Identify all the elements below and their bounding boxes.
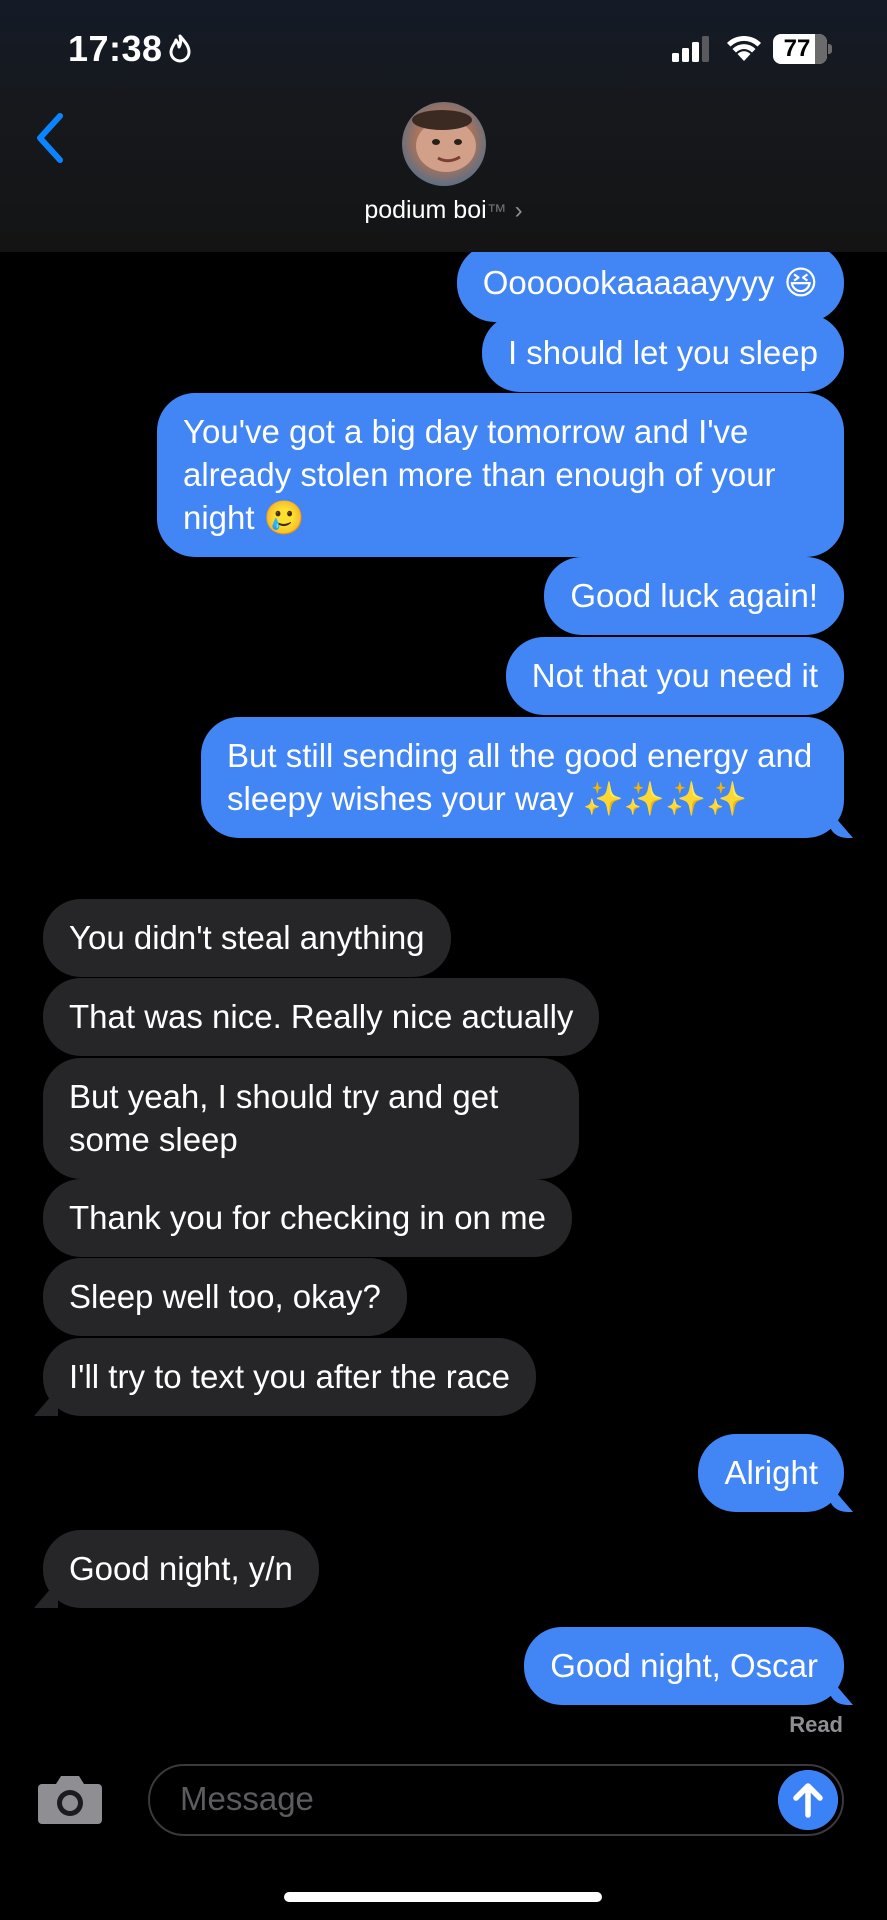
home-indicator[interactable] <box>284 1892 602 1902</box>
message-text: Sleep well too, okay? <box>69 1278 381 1315</box>
back-chevron-icon[interactable] <box>30 110 70 166</box>
contact-name-button[interactable]: podium boi™ › <box>0 196 887 225</box>
message-bubble-sent[interactable]: I should let you sleep <box>481 314 844 392</box>
message-text: Good night, y/n <box>69 1550 293 1587</box>
message-bubble-received[interactable]: That was nice. Really nice actually <box>43 978 600 1056</box>
message-bubble-sent[interactable]: You've got a big day tomorrow and I've a… <box>157 393 844 557</box>
battery-level: 77 <box>783 35 811 62</box>
message-text: Good night, Oscar <box>550 1647 818 1684</box>
cellular-signal-icon <box>672 36 709 62</box>
battery-icon: 77 <box>773 34 832 64</box>
contact-name: podium boi <box>364 196 487 224</box>
message-bubble-received[interactable]: You didn't steal anything <box>43 899 451 977</box>
status-bar: 17:38 77 <box>0 0 887 100</box>
message-text: That was nice. Really nice actually <box>69 998 574 1035</box>
message-bubble-received[interactable]: But yeah, I should try and get some slee… <box>43 1058 579 1179</box>
message-bubble-received[interactable]: I'll try to text you after the race <box>43 1338 536 1416</box>
message-text: Not that you need it <box>531 657 818 694</box>
status-time: 17:38 <box>68 28 163 69</box>
message-text: But yeah, I should try and get some slee… <box>69 1078 499 1158</box>
contact-avatar[interactable] <box>402 102 486 186</box>
chevron-right-icon: › <box>514 197 523 224</box>
message-bubble-sent[interactable]: Good night, Oscar <box>524 1627 844 1705</box>
message-bubble-sent[interactable]: But still sending all the good energy an… <box>201 717 844 838</box>
conversation-header: 17:38 77 podium boi™ › <box>0 0 887 252</box>
wifi-icon <box>727 35 761 61</box>
camera-icon[interactable] <box>36 1770 104 1826</box>
message-bubble-received[interactable]: Good night, y/n <box>43 1530 319 1608</box>
message-bubble-sent[interactable]: Good luck again! <box>544 557 844 635</box>
message-text: Ooooookaaaaayyyy 😆 <box>482 264 818 301</box>
message-bubble-received[interactable]: Thank you for checking in on me <box>43 1179 572 1257</box>
message-bubble-sent[interactable]: Not that you need it <box>505 637 844 715</box>
message-bubble-sent[interactable]: Ooooookaaaaayyyy 😆 <box>456 244 844 322</box>
message-bubble-sent[interactable]: Alright <box>698 1434 844 1512</box>
message-text: You didn't steal anything <box>69 919 425 956</box>
message-input[interactable]: Message <box>148 1764 844 1836</box>
trademark-symbol: ™ <box>486 201 507 223</box>
message-text: Thank you for checking in on me <box>69 1199 546 1236</box>
message-thread[interactable]: Ooooookaaaaayyyy 😆 I should let you slee… <box>0 0 887 1750</box>
message-text: Good luck again! <box>570 577 818 614</box>
message-text: Alright <box>724 1454 818 1491</box>
message-bubble-received[interactable]: Sleep well too, okay? <box>43 1258 407 1336</box>
message-text: I should let you sleep <box>507 334 818 371</box>
read-receipt: Read <box>789 1712 843 1737</box>
message-text: You've got a big day tomorrow and I've a… <box>183 413 776 536</box>
focus-mode-icon <box>169 34 191 63</box>
message-text: I'll try to text you after the race <box>69 1358 510 1395</box>
send-arrow-icon[interactable] <box>778 1770 838 1830</box>
avatar-face-icon <box>412 110 476 172</box>
message-text: But still sending all the good energy an… <box>227 737 813 817</box>
message-input-placeholder: Message <box>180 1780 314 1817</box>
